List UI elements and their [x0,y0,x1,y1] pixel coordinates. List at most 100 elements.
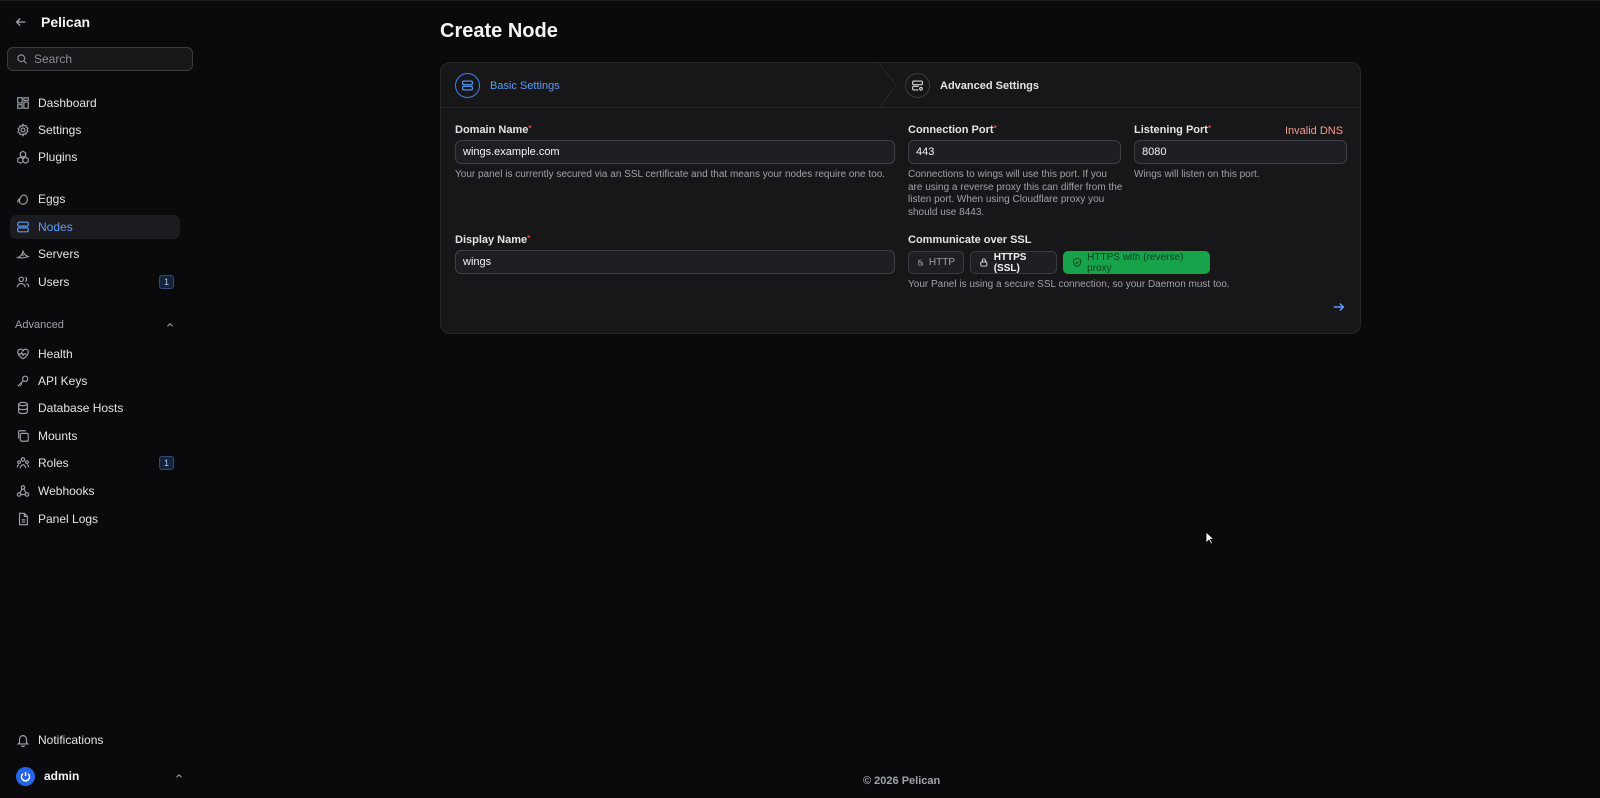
ssl-option-label: HTTP [928,257,955,268]
sidebar-item-notifications[interactable]: Notifications [10,728,180,752]
required-mark: * [528,124,532,133]
advanced-group-toggle[interactable]: Advanced [15,317,175,333]
webhook-icon [16,485,30,497]
listening-port-label: Listening Port* [1134,124,1211,136]
step-basic-settings[interactable]: Basic Settings [455,63,560,108]
domain-hint: Your panel is currently secured via an S… [455,169,886,180]
bell-icon [16,735,30,747]
back-arrow-icon[interactable] [14,15,28,29]
sidebar-item-label: Mounts [38,429,78,443]
sidebar-item-webhooks[interactable]: Webhooks [10,479,180,503]
ssl-label: Communicate over SSL [908,234,1032,246]
required-mark: * [527,234,531,243]
sidebar: Pelican Dashboard Settings Plugins Eggs … [0,0,196,798]
sidebar-item-label: Database Hosts [38,401,124,415]
sidebar-item-eggs[interactable]: Eggs [10,187,180,211]
domain-name-field[interactable] [455,140,895,164]
avatar [16,766,35,786]
sidebar-item-label: Settings [38,123,82,137]
ssl-option-http[interactable]: HTTP [908,251,964,274]
chevron-up-icon [167,323,173,327]
search-icon [17,54,27,64]
users-icon [16,276,30,288]
listening-port-hint: Wings will listen on this port. [1134,169,1260,180]
sidebar-item-nodes[interactable]: Nodes [10,215,180,239]
sidebar-item-database-hosts[interactable]: Database Hosts [10,396,180,420]
sidebar-item-label: Eggs [38,192,66,206]
search-input[interactable] [34,52,184,66]
wizard-steps: Basic Settings Advanced Settings [441,63,1360,108]
roles-count-badge: 1 [159,456,174,470]
required-mark: * [1207,124,1212,133]
dashboard-icon [17,97,29,109]
next-step-arrow-icon[interactable] [1332,300,1346,314]
brand-icon [16,249,30,259]
plugins-icon [17,150,29,164]
display-name-input[interactable] [463,256,894,268]
required-mark: * [993,124,997,133]
step-label: Basic Settings [490,79,560,92]
unlock-icon [917,259,924,266]
server-cog-icon [905,73,930,98]
key-icon [17,375,29,387]
sidebar-item-api-keys[interactable]: API Keys [10,369,180,393]
user-menu[interactable]: admin [16,766,184,786]
domain-name-label: Domain Name* [455,124,531,136]
domain-name-input[interactable] [463,146,894,158]
sidebar-item-label: Roles [38,456,69,470]
sidebar-item-health[interactable]: Health [10,342,180,366]
sidebar-item-label: Users [38,275,70,289]
connection-port-input[interactable] [916,146,1120,158]
sidebar-item-label: Notifications [38,733,104,747]
display-name-field[interactable] [455,250,895,274]
shield-check-icon [1073,257,1082,268]
ssl-hint: Your Panel is using a secure SSL connect… [908,279,1230,290]
database-icon [18,401,28,415]
domain-name-label-text: Domain Name [455,124,529,136]
listening-port-input[interactable] [1142,146,1346,158]
user-name: admin [44,769,80,783]
users-count-badge: 1 [159,275,174,289]
sidebar-item-dashboard[interactable]: Dashboard [10,91,180,115]
sidebar-item-label: Nodes [38,220,73,234]
sidebar-item-plugins[interactable]: Plugins [10,145,180,169]
ssl-option-label: HTTPS (SSL) [993,251,1027,274]
sidebar-item-settings[interactable]: Settings [10,118,180,142]
lock-icon [980,258,988,267]
step-advanced-settings[interactable]: Advanced Settings [905,63,1039,108]
sidebar-item-roles[interactable]: Roles 1 [10,451,180,475]
ssl-option-label: HTTPS with (reverse) proxy [1087,251,1184,274]
mouse-cursor-icon [1205,531,1215,545]
sidebar-item-label: Servers [38,247,80,261]
page-title: Create Node [440,20,558,42]
connection-port-label: Connection Port* [908,124,997,136]
sidebar-item-label: Plugins [38,150,78,164]
sidebar-item-servers[interactable]: Servers [10,242,180,266]
sidebar-item-label: API Keys [38,374,88,388]
listening-port-field[interactable] [1134,140,1347,164]
server-icon [17,221,29,233]
top-border [0,0,1600,1]
footer-copyright: © 2026 Pelican [863,775,941,787]
create-node-wizard: Basic Settings Advanced Settings Domain … [440,62,1361,334]
display-name-label: Display Name* [455,234,530,246]
connection-port-hint: Connections to wings will use this port.… [908,169,1123,218]
sidebar-item-mounts[interactable]: Mounts [10,424,180,448]
server-icon [455,73,480,98]
listening-port-label-text: Listening Port [1134,124,1208,136]
mounts-icon [18,430,29,442]
sidebar-item-label: Dashboard [38,96,97,110]
sidebar-item-panel-logs[interactable]: Panel Logs [10,507,180,531]
step-label: Advanced Settings [940,79,1040,92]
ssl-option-https[interactable]: HTTPS (SSL) [970,251,1057,274]
connection-port-field[interactable] [908,140,1121,164]
advanced-group-label: Advanced [15,319,64,331]
search-box[interactable] [7,47,193,71]
sidebar-item-label: Webhooks [38,484,95,498]
power-icon [20,771,31,782]
chevron-up-icon [176,774,182,778]
sidebar-item-users[interactable]: Users 1 [10,270,180,294]
ssl-option-https-proxy[interactable]: HTTPS with (reverse) proxy [1063,251,1210,274]
step-separator [879,63,897,108]
heart-icon [17,348,29,360]
